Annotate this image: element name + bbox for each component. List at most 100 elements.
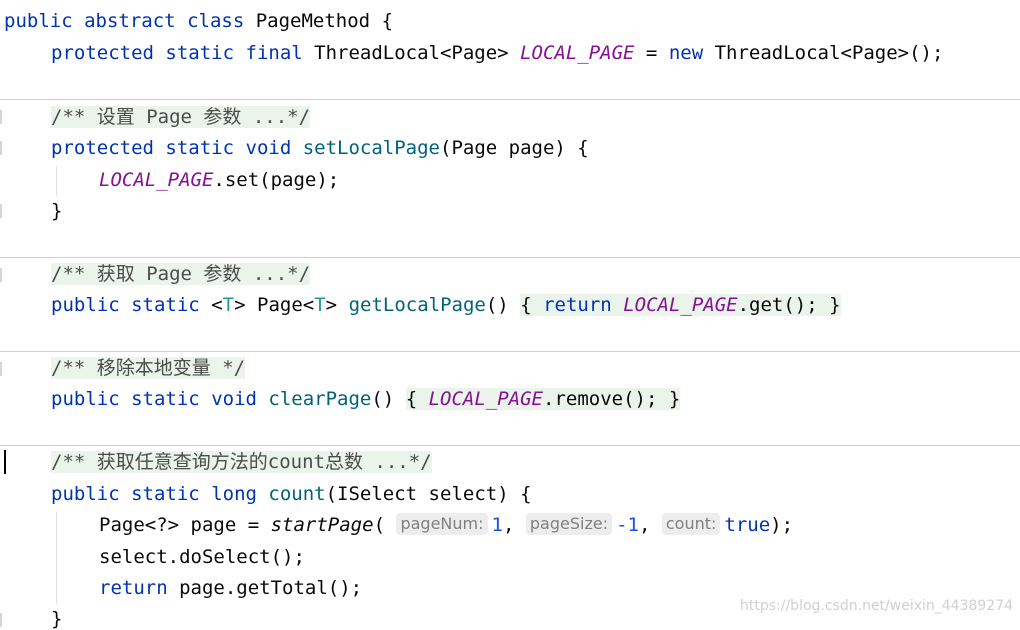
code-line-class-declaration: public abstract class PageMethod { bbox=[4, 6, 393, 36]
number-literal: -1 bbox=[616, 514, 639, 536]
brace: { bbox=[405, 388, 418, 410]
method-separator bbox=[0, 99, 1020, 100]
fold-marker[interactable] bbox=[0, 613, 2, 627]
code-editor[interactable]: public abstract class PageMethod { prote… bbox=[0, 0, 1020, 630]
code-line-statement: return page.getTotal(); bbox=[4, 573, 362, 603]
method-name: clearPage bbox=[268, 388, 372, 410]
fold-marker[interactable] bbox=[0, 362, 2, 376]
keyword: protected bbox=[51, 137, 154, 159]
return-type: Page< bbox=[257, 294, 315, 316]
parentheses: () bbox=[485, 294, 509, 316]
keyword: final bbox=[245, 42, 303, 64]
method-call: .remove(); bbox=[543, 388, 658, 410]
type-parameter: T bbox=[222, 294, 235, 316]
code-line-statement: select.doSelect(); bbox=[4, 542, 305, 572]
doc-comment[interactable]: /** 获取任意查询方法的count总数 ...*/ bbox=[51, 451, 432, 473]
method-call: page.getTotal(); bbox=[179, 577, 363, 599]
fold-marker[interactable] bbox=[0, 110, 2, 124]
doc-comment[interactable]: /** 设置 Page 参数 ...*/ bbox=[51, 106, 311, 128]
method-separator bbox=[0, 351, 1020, 352]
method-separator bbox=[0, 445, 1020, 446]
code-line-comment: /** 获取任意查询方法的count总数 ...*/ bbox=[4, 447, 432, 477]
parameter-hint: count: bbox=[661, 513, 721, 535]
brace: { bbox=[381, 10, 394, 32]
keyword: static bbox=[131, 483, 200, 505]
initializer: ThreadLocal<Page>(); bbox=[714, 42, 944, 64]
generic-close: > bbox=[325, 294, 338, 316]
keyword: static bbox=[165, 42, 235, 64]
brace: } bbox=[829, 294, 841, 316]
keyword: return bbox=[99, 577, 168, 599]
fold-marker[interactable] bbox=[0, 268, 2, 282]
keyword: protected bbox=[51, 42, 154, 64]
keyword: static bbox=[165, 137, 235, 159]
code-line-method-signature: public static long count(ISelect select)… bbox=[4, 479, 532, 509]
method-call: .get(); bbox=[737, 294, 818, 316]
paren-open: ( bbox=[373, 514, 386, 536]
method-separator bbox=[0, 257, 1020, 258]
folded-body[interactable]: { return LOCAL_PAGE.get(); } bbox=[520, 294, 841, 316]
brace: } bbox=[668, 388, 681, 410]
method-name: setLocalPage bbox=[302, 137, 440, 159]
doc-comment[interactable]: /** 获取 Page 参数 ...*/ bbox=[51, 263, 311, 285]
parameter-hint: pageNum: bbox=[396, 513, 488, 535]
keyword: long bbox=[211, 483, 257, 505]
fold-marker[interactable] bbox=[0, 141, 2, 155]
brace: } bbox=[51, 608, 63, 630]
code-line-comment: /** 获取 Page 参数 ...*/ bbox=[4, 259, 311, 289]
keyword: class bbox=[187, 10, 245, 32]
keyword: public bbox=[4, 10, 73, 32]
number-literal: 1 bbox=[491, 514, 503, 536]
code-line-comment: /** 设置 Page 参数 ...*/ bbox=[4, 102, 311, 132]
field-name: LOCAL_PAGE bbox=[520, 42, 635, 64]
folded-body[interactable]: { LOCAL_PAGE.remove(); } bbox=[405, 388, 681, 410]
static-call: startPage bbox=[270, 514, 374, 536]
keyword: static bbox=[131, 388, 200, 410]
field-name: LOCAL_PAGE bbox=[623, 294, 738, 316]
parameters: (ISelect select) { bbox=[325, 483, 532, 505]
paren-close: ); bbox=[770, 514, 794, 536]
operator: = bbox=[645, 42, 658, 64]
code-line-statement: LOCAL_PAGE.set(page); bbox=[4, 165, 339, 195]
code-line-comment: /** 移除本地变量 */ bbox=[4, 353, 246, 383]
code-line-method-one-liner: public static <T> Page<T> getLocalPage()… bbox=[4, 290, 841, 320]
comma: , bbox=[638, 514, 651, 536]
generic-close: > bbox=[234, 294, 246, 316]
watermark: https://blog.csdn.net/weixin_44389274 bbox=[740, 598, 1014, 614]
keyword: public bbox=[51, 483, 120, 505]
keyword: static bbox=[131, 294, 200, 316]
keyword: abstract bbox=[84, 10, 176, 32]
field-name: LOCAL_PAGE bbox=[428, 388, 543, 410]
brace: { bbox=[520, 294, 532, 316]
keyword: void bbox=[245, 137, 292, 159]
doc-comment[interactable]: /** 移除本地变量 */ bbox=[51, 357, 246, 379]
parameters: (Page page) { bbox=[440, 137, 589, 159]
generic-open: < bbox=[211, 294, 223, 316]
code-line-field-declaration: protected static final ThreadLocal<Page>… bbox=[4, 38, 943, 68]
method-name: count bbox=[268, 483, 326, 505]
code-line-method-one-liner: public static void clearPage() { LOCAL_P… bbox=[4, 384, 681, 414]
comma: , bbox=[502, 514, 515, 536]
fold-marker[interactable] bbox=[0, 204, 2, 218]
parameter-hint: pageSize: bbox=[525, 513, 613, 535]
declaration: Page<?> page = bbox=[99, 514, 260, 536]
parentheses: () bbox=[371, 388, 395, 410]
type-parameter: T bbox=[314, 294, 326, 316]
method-call: select.doSelect(); bbox=[99, 546, 305, 568]
keyword: new bbox=[668, 42, 704, 64]
code-line-close-brace: } bbox=[4, 196, 62, 226]
keyword: return bbox=[543, 294, 612, 316]
keyword: public bbox=[51, 388, 120, 410]
code-line-statement: Page<?> page = startPage( pageNum: 1, pag… bbox=[4, 510, 793, 540]
class-name: PageMethod bbox=[255, 10, 371, 32]
type-name: ThreadLocal<Page> bbox=[314, 42, 509, 64]
method-name: getLocalPage bbox=[348, 294, 486, 316]
code-line-method-signature: protected static void setLocalPage(Page … bbox=[4, 133, 589, 163]
code-line-close-brace: } bbox=[4, 604, 62, 630]
method-call: .set(page); bbox=[213, 169, 340, 191]
brace: } bbox=[51, 200, 63, 222]
keyword: public bbox=[51, 294, 120, 316]
keyword: void bbox=[211, 388, 257, 410]
boolean-literal: true bbox=[724, 514, 771, 536]
field-name: LOCAL_PAGE bbox=[99, 169, 214, 191]
